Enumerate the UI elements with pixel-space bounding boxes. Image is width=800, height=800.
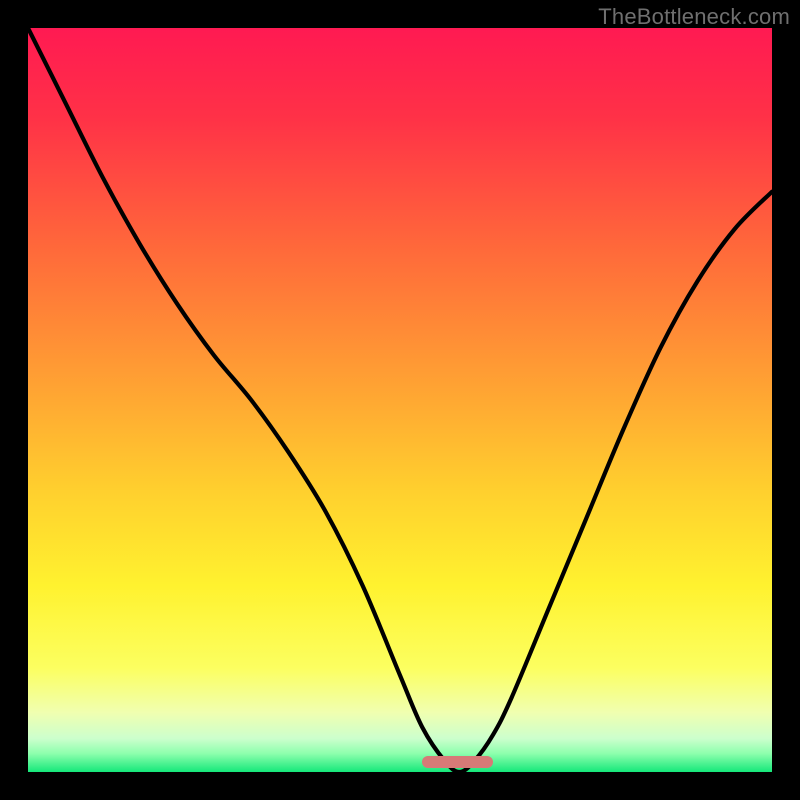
bottleneck-curve (28, 28, 772, 772)
watermark-text: TheBottleneck.com (598, 4, 790, 30)
plot-area (28, 28, 772, 772)
outer-frame: TheBottleneck.com (0, 0, 800, 800)
optimum-marker (422, 756, 493, 768)
